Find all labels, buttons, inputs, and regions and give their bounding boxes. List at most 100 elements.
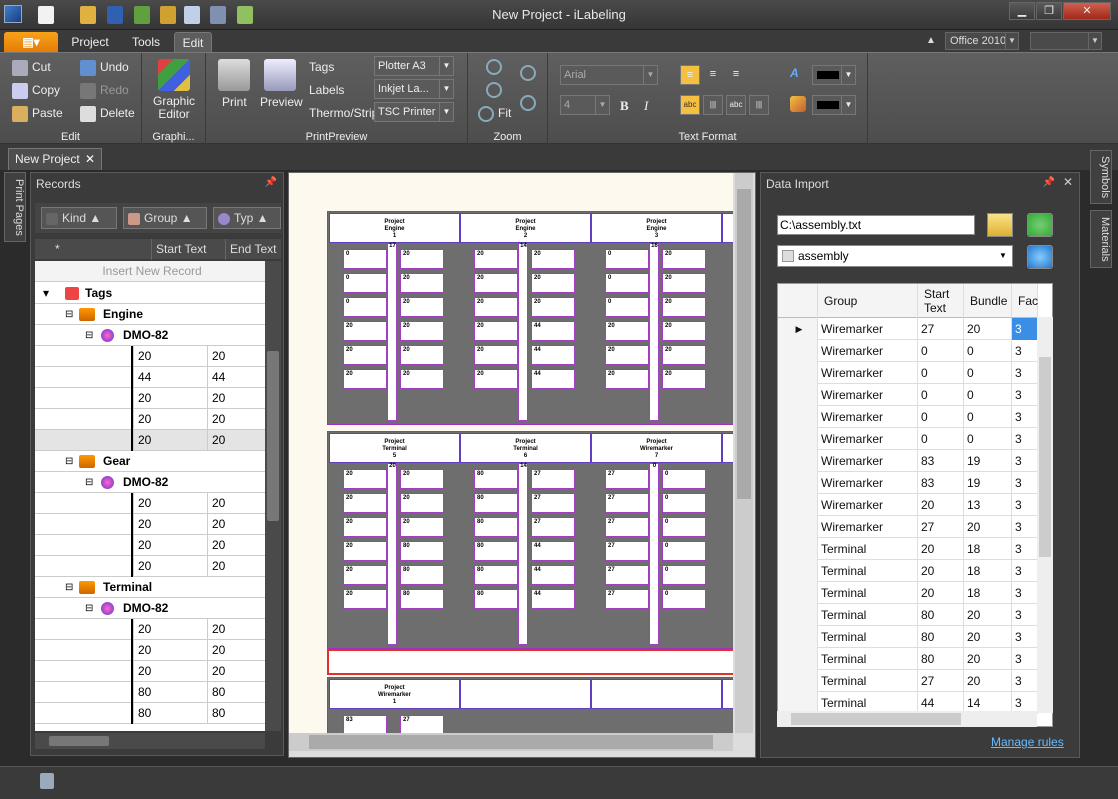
table-row[interactable]: 80 80: [35, 703, 265, 724]
fac-cell[interactable]: 3: [1012, 582, 1038, 604]
scroll-thumb[interactable]: [791, 713, 961, 725]
materials-tab[interactable]: Materials: [1090, 210, 1112, 268]
start-text-cell[interactable]: 27: [918, 516, 964, 538]
tab-project[interactable]: Project: [64, 32, 116, 52]
table-row[interactable]: 20 20: [35, 535, 265, 556]
import-hscroll[interactable]: [777, 711, 1037, 727]
bundle-cell[interactable]: 0: [964, 384, 1012, 406]
group-cell[interactable]: Wiremarker: [818, 406, 918, 428]
label-cell[interactable]: 27: [531, 493, 575, 513]
group-row[interactable]: ⊟ Terminal: [35, 577, 265, 598]
redo-button[interactable]: Redo: [80, 83, 129, 99]
start-text-cell[interactable]: 20: [133, 535, 207, 556]
row-header[interactable]: [778, 406, 818, 428]
table-row[interactable]: 20 20: [35, 493, 265, 514]
start-text-cell[interactable]: 80: [133, 682, 207, 703]
group-cell[interactable]: Wiremarker: [818, 384, 918, 406]
start-text-cell[interactable]: 20: [918, 538, 964, 560]
pin-icon[interactable]: 📌: [1043, 177, 1055, 188]
records-vscroll[interactable]: [265, 261, 281, 731]
close-icon[interactable]: ✕: [85, 149, 95, 169]
table-row[interactable]: 20 20: [35, 514, 265, 535]
theme-select[interactable]: Office 2010 ▼: [945, 32, 1019, 50]
label-cell[interactable]: 0: [662, 589, 706, 609]
copy-button[interactable]: Copy: [12, 83, 60, 99]
end-text-cell[interactable]: 20: [207, 388, 265, 409]
row-header[interactable]: [778, 362, 818, 384]
row-header[interactable]: [778, 626, 818, 648]
insert-row[interactable]: Insert New Record: [35, 261, 265, 282]
fac-cell[interactable]: 3: [1012, 472, 1038, 494]
sheet-header-cell[interactable]: [591, 679, 722, 709]
table-row[interactable]: Terminal 80 20 3: [778, 648, 1038, 670]
records-hscroll[interactable]: [35, 733, 265, 749]
label-cell[interactable]: 0: [343, 297, 387, 317]
start-text-cell[interactable]: 80: [133, 703, 207, 724]
label-cell[interactable]: 20: [343, 369, 387, 389]
row-header[interactable]: [778, 604, 818, 626]
end-text-cell[interactable]: 20: [207, 346, 265, 367]
graphic-editor-icon[interactable]: [158, 59, 190, 91]
row-header[interactable]: [778, 428, 818, 450]
type-row[interactable]: ⊟ DMO-82: [35, 598, 265, 619]
label-cell[interactable]: 80: [474, 517, 518, 537]
group-cell[interactable]: Terminal: [818, 626, 918, 648]
start-text-cell[interactable]: 27: [918, 670, 964, 692]
close-icon[interactable]: ✕: [1063, 175, 1073, 189]
table-row[interactable]: Wiremarker 83 19 3: [778, 472, 1038, 494]
label-cell[interactable]: 27: [605, 565, 649, 585]
bundle-cell[interactable]: 20: [964, 318, 1012, 340]
label-cell[interactable]: 0: [343, 249, 387, 269]
label-cell[interactable]: 0: [662, 493, 706, 513]
pin-icon[interactable]: 📌: [265, 177, 277, 188]
label-cell[interactable]: 20: [662, 345, 706, 365]
table-row[interactable]: 20 20: [35, 556, 265, 577]
bundle-cell[interactable]: 20: [964, 516, 1012, 538]
group-cell[interactable]: Wiremarker: [818, 318, 918, 340]
group-row[interactable]: ⊟ Engine: [35, 304, 265, 325]
row-header[interactable]: [778, 670, 818, 692]
label-cell[interactable]: 20: [343, 589, 387, 609]
tags-printer-select[interactable]: Plotter A3 ▼: [374, 56, 454, 76]
col-start-text[interactable]: Start Text: [151, 239, 227, 260]
label-cell[interactable]: 20: [400, 493, 444, 513]
label-cell[interactable]: 20: [400, 273, 444, 293]
group-cell[interactable]: Wiremarker: [818, 362, 918, 384]
label-cell[interactable]: 20: [400, 469, 444, 489]
scroll-thumb[interactable]: [267, 351, 279, 521]
label-cell[interactable]: 80: [400, 589, 444, 609]
clipboard-icon[interactable]: [40, 773, 54, 789]
table-row[interactable]: 44 44: [35, 367, 265, 388]
table-row[interactable]: Wiremarker 0 0 3: [778, 362, 1038, 384]
table-row[interactable]: Wiremarker 0 0 3: [778, 384, 1038, 406]
label-cell[interactable]: 83: [343, 715, 387, 733]
table-row[interactable]: Terminal 80 20 3: [778, 604, 1038, 626]
bundle-cell[interactable]: 13: [964, 494, 1012, 516]
sheet-header-cell[interactable]: [460, 679, 591, 709]
label-cell[interactable]: 27: [605, 469, 649, 489]
scroll-thumb[interactable]: [309, 735, 713, 749]
start-text-cell[interactable]: 0: [918, 340, 964, 362]
thermo-printer-select[interactable]: TSC Printer ▼: [374, 102, 454, 122]
bundle-cell[interactable]: 0: [964, 428, 1012, 450]
group-row[interactable]: ⊟ Gear: [35, 451, 265, 472]
group-cell[interactable]: Wiremarker: [818, 472, 918, 494]
file-path-input[interactable]: [777, 215, 975, 235]
label-cell[interactable]: 80: [474, 469, 518, 489]
bundle-cell[interactable]: 0: [964, 340, 1012, 362]
table-row[interactable]: Terminal 20 18 3: [778, 582, 1038, 604]
bundle-cell[interactable]: 0: [964, 362, 1012, 384]
browse-folder-icon[interactable]: [987, 213, 1013, 237]
label-cell[interactable]: 27: [531, 469, 575, 489]
start-text-cell[interactable]: 20: [133, 556, 207, 577]
end-text-cell[interactable]: 20: [207, 430, 265, 451]
label-cell[interactable]: 80: [400, 541, 444, 561]
type-row[interactable]: ⊟ DMO-82: [35, 325, 265, 346]
start-text-cell[interactable]: 20: [133, 640, 207, 661]
print-pages-tab[interactable]: Print Pages: [4, 172, 26, 242]
font-size-select[interactable]: 4 ▼: [560, 95, 610, 115]
label-cell[interactable]: 27: [605, 493, 649, 513]
col-end-text[interactable]: End Text: [225, 239, 285, 260]
bundle-cell[interactable]: 18: [964, 582, 1012, 604]
col-fac[interactable]: Fac: [1012, 284, 1038, 318]
